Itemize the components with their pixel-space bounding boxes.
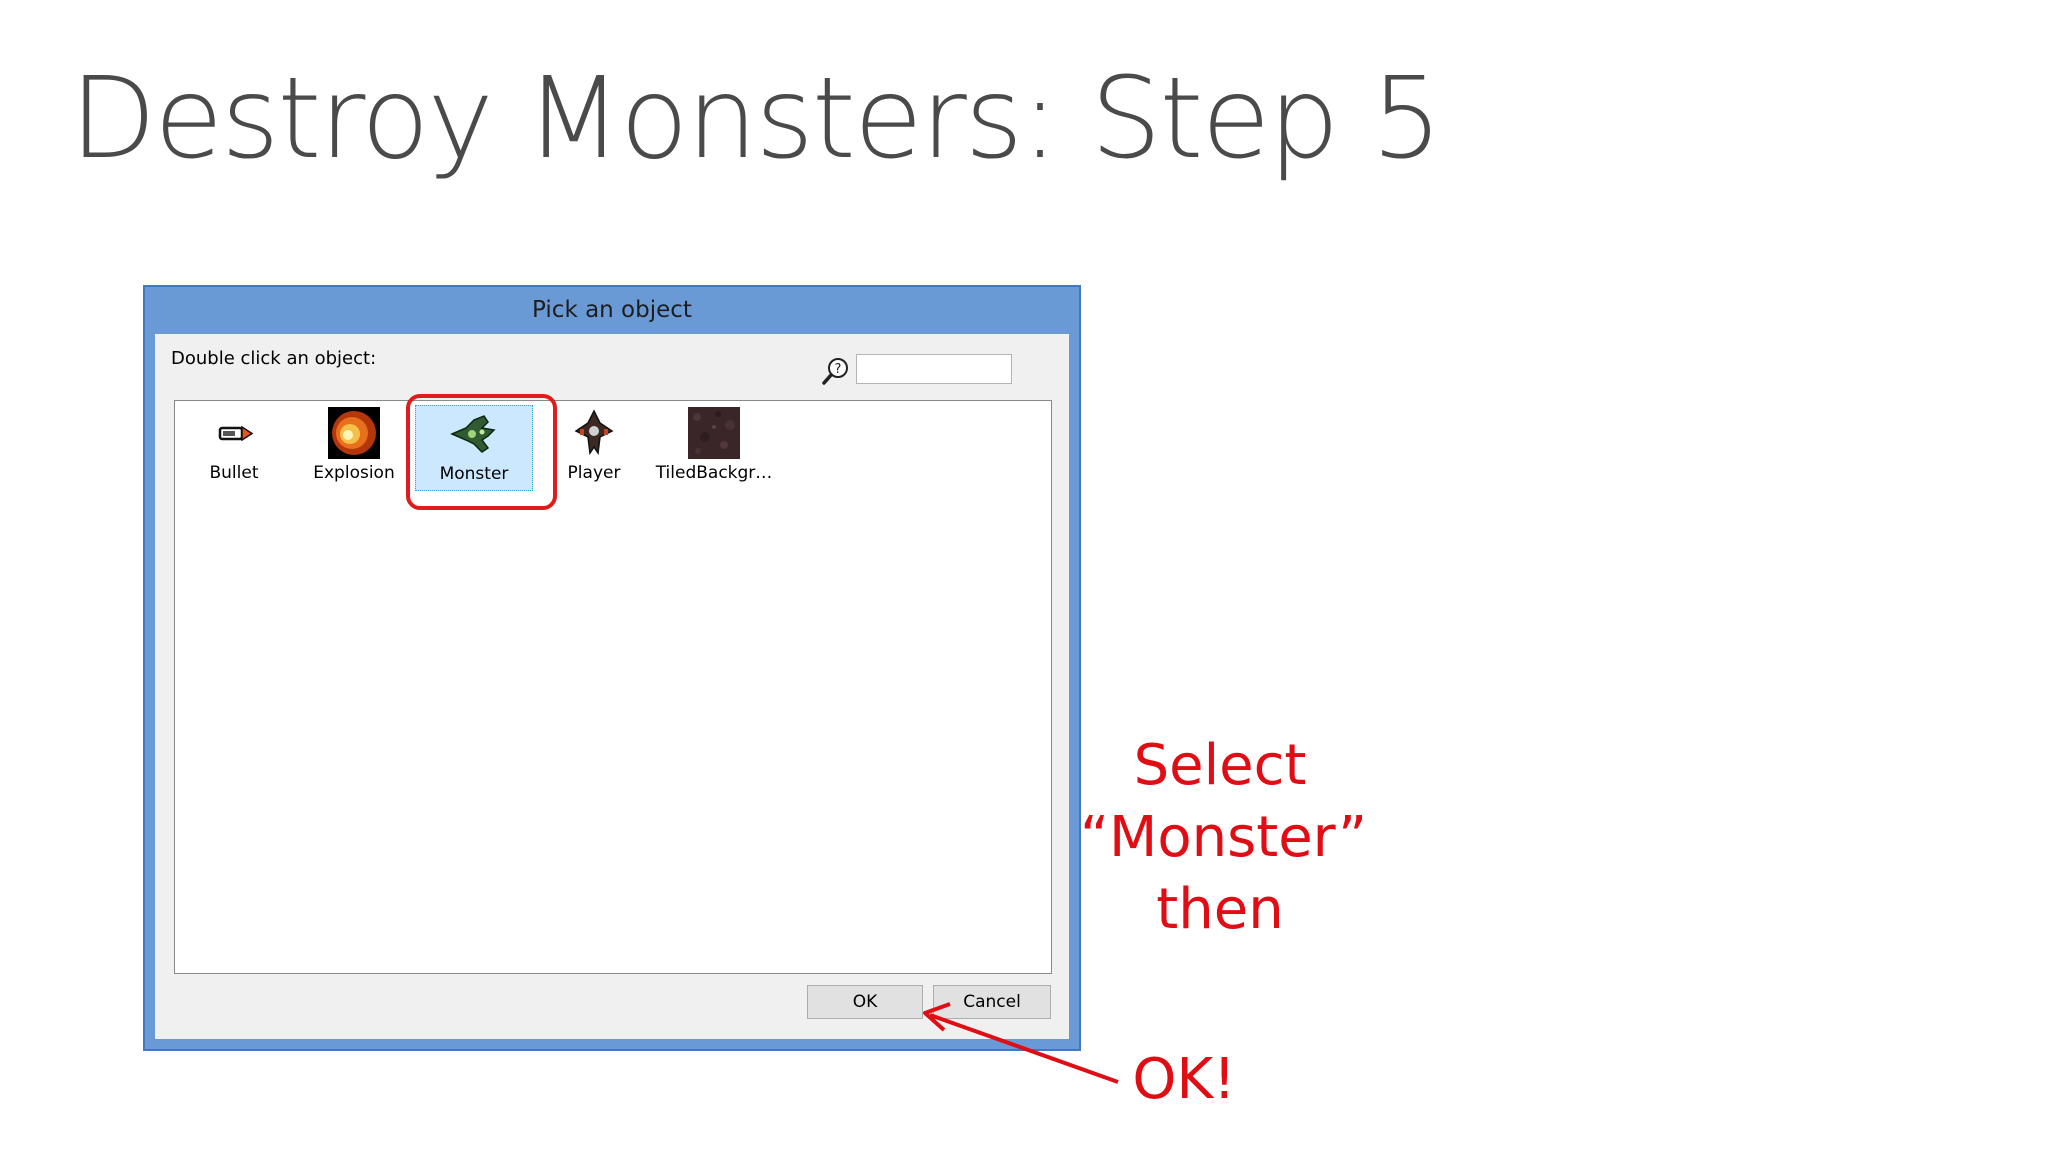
annotation-line: Select <box>1133 733 1307 798</box>
instruction-label: Double click an object: <box>171 348 377 369</box>
tiled-background-icon <box>688 407 740 459</box>
search-input[interactable] <box>856 354 1012 384</box>
cancel-button[interactable]: Cancel <box>933 985 1051 1019</box>
ok-button[interactable]: OK <box>807 985 923 1019</box>
object-label: TiledBackgr… <box>655 463 773 483</box>
object-item-tiled-background[interactable]: TiledBackgr… <box>655 405 773 491</box>
object-label: Explosion <box>313 463 395 483</box>
bullet-icon <box>218 425 254 442</box>
object-item-bullet[interactable]: Bullet <box>175 405 293 491</box>
object-item-explosion[interactable]: Explosion <box>295 405 413 491</box>
select-monster-annotation: Select “Monster” then <box>1080 730 1368 946</box>
monster-highlight-outline <box>406 394 557 510</box>
dialog-title: Pick an object <box>532 297 692 323</box>
search-help-icon[interactable]: ? <box>821 356 851 386</box>
slide: Destroy Monsters: Step 5 Pick an object … <box>0 0 2048 1152</box>
pick-object-dialog: Pick an object Double click an object: ?… <box>143 285 1081 1051</box>
explosion-icon <box>328 407 380 459</box>
svg-text:?: ? <box>835 362 842 377</box>
dialog-client-area: Double click an object: ? Bullet Explosi… <box>155 334 1069 1039</box>
object-label: Bullet <box>209 463 259 483</box>
ok-annotation: OK! <box>1132 1047 1236 1112</box>
annotation-line: then <box>1156 877 1284 942</box>
slide-title: Destroy Monsters: Step 5 <box>70 54 1442 184</box>
object-list[interactable]: Bullet Explosion Monster Player TiledBac… <box>174 400 1052 974</box>
annotation-line: “Monster” <box>1080 805 1368 870</box>
player-icon <box>574 409 614 456</box>
